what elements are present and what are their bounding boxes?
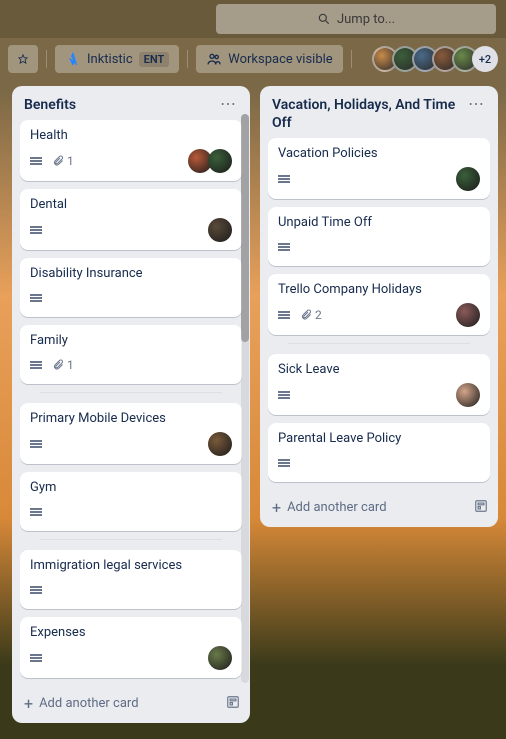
create-from-template-button[interactable] — [474, 499, 488, 517]
card[interactable]: Gym — [20, 472, 242, 531]
star-icon — [18, 51, 28, 67]
divider — [46, 50, 47, 68]
visibility-label: Workspace visible — [228, 52, 332, 67]
attachment-icon — [52, 155, 64, 167]
description-icon — [30, 160, 44, 162]
workspace-name: Inktistic — [87, 52, 133, 67]
member-avatars[interactable]: +2 — [378, 46, 498, 72]
card-title: Vacation Policies — [278, 146, 480, 161]
card-title: Expenses — [30, 625, 232, 640]
star-button[interactable] — [8, 45, 38, 73]
list-menu-button[interactable]: ⋯ — [464, 96, 488, 112]
list: Vacation, Holidays, And Time Off⋯ Vacatio… — [260, 86, 498, 527]
card-title: Trello Company Holidays — [278, 282, 480, 297]
description-icon — [278, 314, 292, 316]
description-icon — [278, 394, 292, 396]
card-title: Disability Insurance — [30, 266, 232, 281]
card-container: Vacation Policies Unpaid Time Off Trello C… — [260, 138, 498, 490]
card-container: Health 1 Dental Disability Insurance Family 1… — [12, 120, 250, 686]
card[interactable]: Disability Insurance — [20, 258, 242, 317]
card[interactable]: Trello Company Holidays 2 — [268, 274, 490, 335]
description-icon — [30, 297, 44, 299]
card-title: Unpaid Time Off — [278, 215, 480, 230]
description-icon — [30, 229, 44, 231]
create-from-template-button[interactable] — [226, 695, 240, 713]
card-member-avatar[interactable] — [208, 218, 232, 242]
more-members[interactable]: +2 — [472, 46, 498, 72]
search-input[interactable]: Jump to... — [216, 4, 496, 34]
divider — [351, 50, 352, 68]
card[interactable]: Expenses — [20, 617, 242, 678]
search-placeholder: Jump to... — [337, 12, 395, 27]
visibility-pill[interactable]: Workspace visible — [196, 45, 342, 73]
template-icon — [474, 499, 488, 513]
card-member-avatar[interactable] — [208, 432, 232, 456]
card[interactable]: Immigration legal services — [20, 550, 242, 609]
attachment-badge: 1 — [52, 358, 74, 372]
people-icon — [206, 51, 222, 67]
plus-icon: + — [24, 694, 33, 713]
card-title: Dental — [30, 197, 232, 212]
separator — [40, 539, 222, 540]
card[interactable]: Health 1 — [20, 120, 242, 181]
list-title[interactable]: Vacation, Holidays, And Time Off — [272, 96, 464, 132]
description-icon — [30, 511, 44, 513]
board-canvas: Benefits⋯Health1DentalDisability Insuran… — [0, 80, 506, 739]
add-card-label: Add another card — [39, 696, 138, 711]
description-icon — [278, 178, 292, 180]
atlassian-icon — [65, 51, 81, 67]
card[interactable]: Vacation Policies — [268, 138, 490, 199]
description-icon — [278, 246, 292, 248]
card-member-avatar[interactable] — [456, 383, 480, 407]
add-card-button[interactable]: + Add another card — [260, 490, 498, 523]
card-title: Immigration legal services — [30, 558, 232, 573]
attachment-badge: 2 — [300, 308, 322, 322]
card-title: Primary Mobile Devices — [30, 411, 232, 426]
card-member-avatar[interactable] — [208, 149, 232, 173]
divider — [187, 50, 188, 68]
description-icon — [30, 443, 44, 445]
card[interactable]: Dental — [20, 189, 242, 250]
plus-icon: + — [272, 498, 281, 517]
card-title: Family — [30, 333, 232, 348]
card[interactable]: Primary Mobile Devices — [20, 403, 242, 464]
scrollbar[interactable] — [241, 114, 249, 683]
top-bar: Jump to... — [0, 0, 506, 38]
card-member-avatar[interactable] — [456, 303, 480, 327]
card[interactable]: Family 1 — [20, 325, 242, 384]
description-icon — [278, 462, 292, 464]
card-title: Health — [30, 128, 232, 143]
attachment-icon — [300, 309, 312, 321]
card-title: Parental Leave Policy — [278, 431, 480, 446]
separator — [40, 392, 222, 393]
add-card-label: Add another card — [287, 500, 386, 515]
list: Benefits⋯ Health 1 Dental Disability Insuran… — [12, 86, 250, 723]
card-title: Sick Leave — [278, 362, 480, 377]
workspace-pill[interactable]: Inktistic ENT — [55, 45, 179, 73]
scrollbar-thumb[interactable] — [241, 114, 249, 342]
card-member-avatar[interactable] — [456, 167, 480, 191]
card[interactable]: Sick Leave — [268, 354, 490, 415]
description-icon — [30, 589, 44, 591]
description-icon — [30, 657, 44, 659]
attachment-badge: 1 — [52, 154, 74, 168]
workspace-badge: ENT — [139, 52, 170, 67]
list-menu-button[interactable]: ⋯ — [216, 96, 240, 112]
separator — [288, 343, 470, 344]
list-title[interactable]: Benefits — [24, 96, 216, 114]
attachment-icon — [52, 359, 64, 371]
card-member-avatar[interactable] — [208, 646, 232, 670]
card-title: Gym — [30, 480, 232, 495]
template-icon — [226, 695, 240, 709]
card[interactable]: Unpaid Time Off — [268, 207, 490, 266]
card[interactable]: Parental Leave Policy — [268, 423, 490, 482]
description-icon — [30, 364, 44, 366]
search-icon — [317, 12, 331, 26]
board-header: Inktistic ENT Workspace visible +2 — [0, 38, 506, 80]
add-card-button[interactable]: + Add another card — [12, 686, 250, 719]
